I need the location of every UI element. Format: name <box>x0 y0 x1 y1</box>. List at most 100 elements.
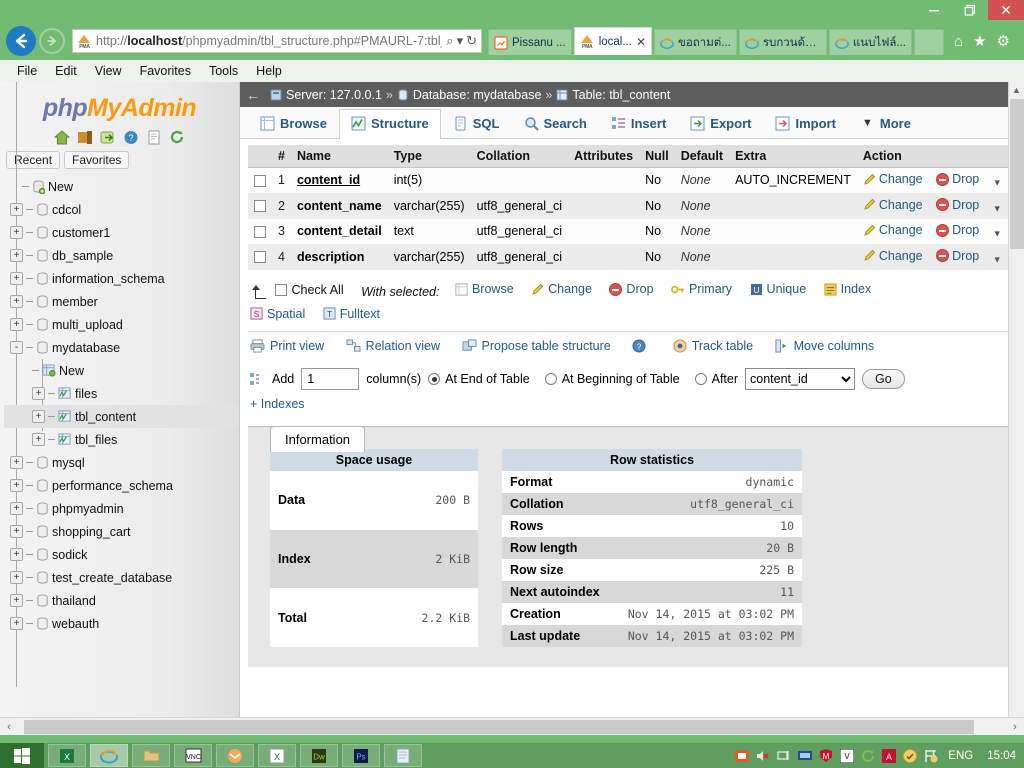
row-checkbox[interactable] <box>254 175 266 187</box>
chevron-down-icon[interactable]: ▼ <box>993 178 1002 188</box>
drop-action[interactable]: Drop <box>936 249 979 263</box>
tree-item-thailand[interactable]: + thailand <box>4 589 239 612</box>
expand-icon[interactable]: + <box>10 226 23 239</box>
adobe-icon[interactable]: A <box>882 749 896 763</box>
mcafee-icon[interactable]: M <box>819 749 833 763</box>
check-all-checkbox[interactable] <box>275 284 287 296</box>
taskbar-item-vnc[interactable]: VNC <box>174 744 212 767</box>
row-checkbox[interactable] <box>254 226 266 238</box>
tree-item-customer1[interactable]: + customer1 <box>4 221 239 244</box>
expand-icon[interactable]: + <box>10 479 23 492</box>
tree-item-performance_schema[interactable]: + performance_schema <box>4 474 239 497</box>
vnc-tray-icon[interactable]: V <box>840 749 854 763</box>
bulk-primary-action[interactable]: Primary <box>671 278 732 300</box>
tree-item-shopping_cart[interactable]: + shopping_cart <box>4 520 239 543</box>
horizontal-scroll-thumb[interactable] <box>24 720 974 734</box>
row-checkbox-cell[interactable] <box>248 193 272 219</box>
move-columns-link[interactable]: Move columns <box>775 339 875 353</box>
scroll-right-button[interactable]: › <box>1006 721 1024 733</box>
tree-item-cdcol[interactable]: + cdcol <box>4 198 239 221</box>
th-default[interactable]: Default <box>675 145 729 168</box>
row-checkbox[interactable] <box>254 200 266 212</box>
taskbar-item-notepad[interactable] <box>384 744 422 767</box>
search-icon[interactable]: ⌕ <box>446 33 453 49</box>
bulk-spatial-action[interactable]: S Spatial <box>250 303 305 325</box>
refresh-icon[interactable]: ↻ <box>466 33 477 49</box>
action-center-icon[interactable] <box>924 749 938 763</box>
row-checkbox-cell[interactable] <box>248 219 272 245</box>
tree-item-information_schema[interactable]: + information_schema <box>4 267 239 290</box>
tab-browse[interactable]: Browse <box>248 109 339 138</box>
tab-export[interactable]: Export <box>678 109 763 138</box>
sql-docs-icon[interactable] <box>146 130 162 145</box>
taskbar-item-folder[interactable] <box>132 744 170 767</box>
taskbar-item-excel[interactable]: X <box>258 744 296 767</box>
table-row[interactable]: 2 content_name varchar(255) utf8_general… <box>248 193 1008 219</box>
expand-icon[interactable]: + <box>10 203 23 216</box>
tab-structure[interactable]: Structure <box>339 109 441 139</box>
vertical-scroll-thumb[interactable] <box>1010 99 1024 249</box>
chevron-down-icon[interactable]: ▼ <box>993 254 1002 264</box>
tree-item-sodick[interactable]: + sodick <box>4 543 239 566</box>
th-extra[interactable]: Extra <box>729 145 857 168</box>
menu-view[interactable]: View <box>86 62 131 80</box>
menu-edit[interactable]: Edit <box>46 62 86 80</box>
settings-gear-icon[interactable]: ⚙ <box>997 32 1010 50</box>
home-icon[interactable]: ⌂ <box>954 33 963 50</box>
database-exit-icon[interactable] <box>77 130 93 145</box>
sync-icon[interactable] <box>861 749 875 763</box>
language-indicator[interactable]: ENG <box>945 750 976 762</box>
expand-icon[interactable]: + <box>10 548 23 561</box>
collapse-icon[interactable]: - <box>10 341 23 354</box>
expand-icon[interactable]: + <box>10 502 23 515</box>
horizontal-scroll-track[interactable] <box>18 720 1006 734</box>
breadcrumb-server[interactable]: Server: 127.0.0.1 <box>286 88 382 102</box>
change-action[interactable]: Change <box>863 223 923 237</box>
change-action[interactable]: Change <box>863 198 923 212</box>
th-collation[interactable]: Collation <box>471 145 568 168</box>
menu-help[interactable]: Help <box>247 62 291 80</box>
close-button[interactable]: ✕ <box>988 0 1024 20</box>
relation-view-link[interactable]: Relation view <box>346 339 440 353</box>
bulk-index-action[interactable]: Index <box>824 278 872 300</box>
screenshot-icon[interactable] <box>735 749 749 763</box>
tab-sql[interactable]: SQL <box>441 109 512 138</box>
chevron-down-icon[interactable]: ▼ <box>993 229 1002 239</box>
taskbar-item-excel-green[interactable]: X <box>48 744 86 767</box>
expand-icon[interactable]: + <box>32 410 45 423</box>
browser-tab-2[interactable]: ขอถามต่... <box>654 29 737 55</box>
breadcrumb-table[interactable]: Table: tbl_content <box>572 88 670 102</box>
tree-item-test_create_database[interactable]: + test_create_database <box>4 566 239 589</box>
th-null[interactable]: Null <box>639 145 675 168</box>
expand-icon[interactable]: + <box>10 272 23 285</box>
after-column-select[interactable]: content_id content_name content_detail d… <box>745 368 855 390</box>
position-end-option[interactable]: At End of Table <box>428 372 530 386</box>
browser-tab-3[interactable]: รบกวนด้ว... <box>739 29 827 55</box>
tree-item-mydatabase[interactable]: - mydatabase <box>4 336 239 359</box>
tree-item-files[interactable]: + files <box>4 382 239 405</box>
browser-tab-4[interactable]: แนบไฟล์... <box>829 29 912 55</box>
taskbar-item-photoshop[interactable]: Ps <box>342 744 380 767</box>
row-checkbox-cell[interactable] <box>248 244 272 270</box>
change-action[interactable]: Change <box>863 249 923 263</box>
help-link[interactable]: ? <box>632 339 651 353</box>
logout-icon[interactable] <box>100 130 116 145</box>
browser-tab-0[interactable]: Pissanu ... <box>488 29 572 55</box>
tab-search[interactable]: Search <box>512 109 599 138</box>
taskbar-clock[interactable]: 15:04 <box>983 750 1016 762</box>
drop-action[interactable]: Drop <box>936 198 979 212</box>
expand-icon[interactable]: + <box>32 433 45 446</box>
drop-action[interactable]: Drop <box>936 172 979 186</box>
restore-button[interactable] <box>952 0 988 20</box>
position-after-option[interactable]: After <box>695 372 738 386</box>
browser-tab-1[interactable]: PMA local... ✕ <box>574 27 652 55</box>
th-name[interactable]: Name <box>291 145 388 168</box>
tree-item-new-table[interactable]: New <box>4 359 239 382</box>
home-icon[interactable] <box>54 130 70 145</box>
tab-import[interactable]: Import <box>763 109 847 138</box>
taskbar-item-thunderbird[interactable] <box>216 744 254 767</box>
tab-more[interactable]: ▼ More <box>848 109 923 138</box>
change-action[interactable]: Change <box>863 172 923 186</box>
tree-item-new[interactable]: New <box>4 175 239 198</box>
tree-item-mysql[interactable]: + mysql <box>4 451 239 474</box>
